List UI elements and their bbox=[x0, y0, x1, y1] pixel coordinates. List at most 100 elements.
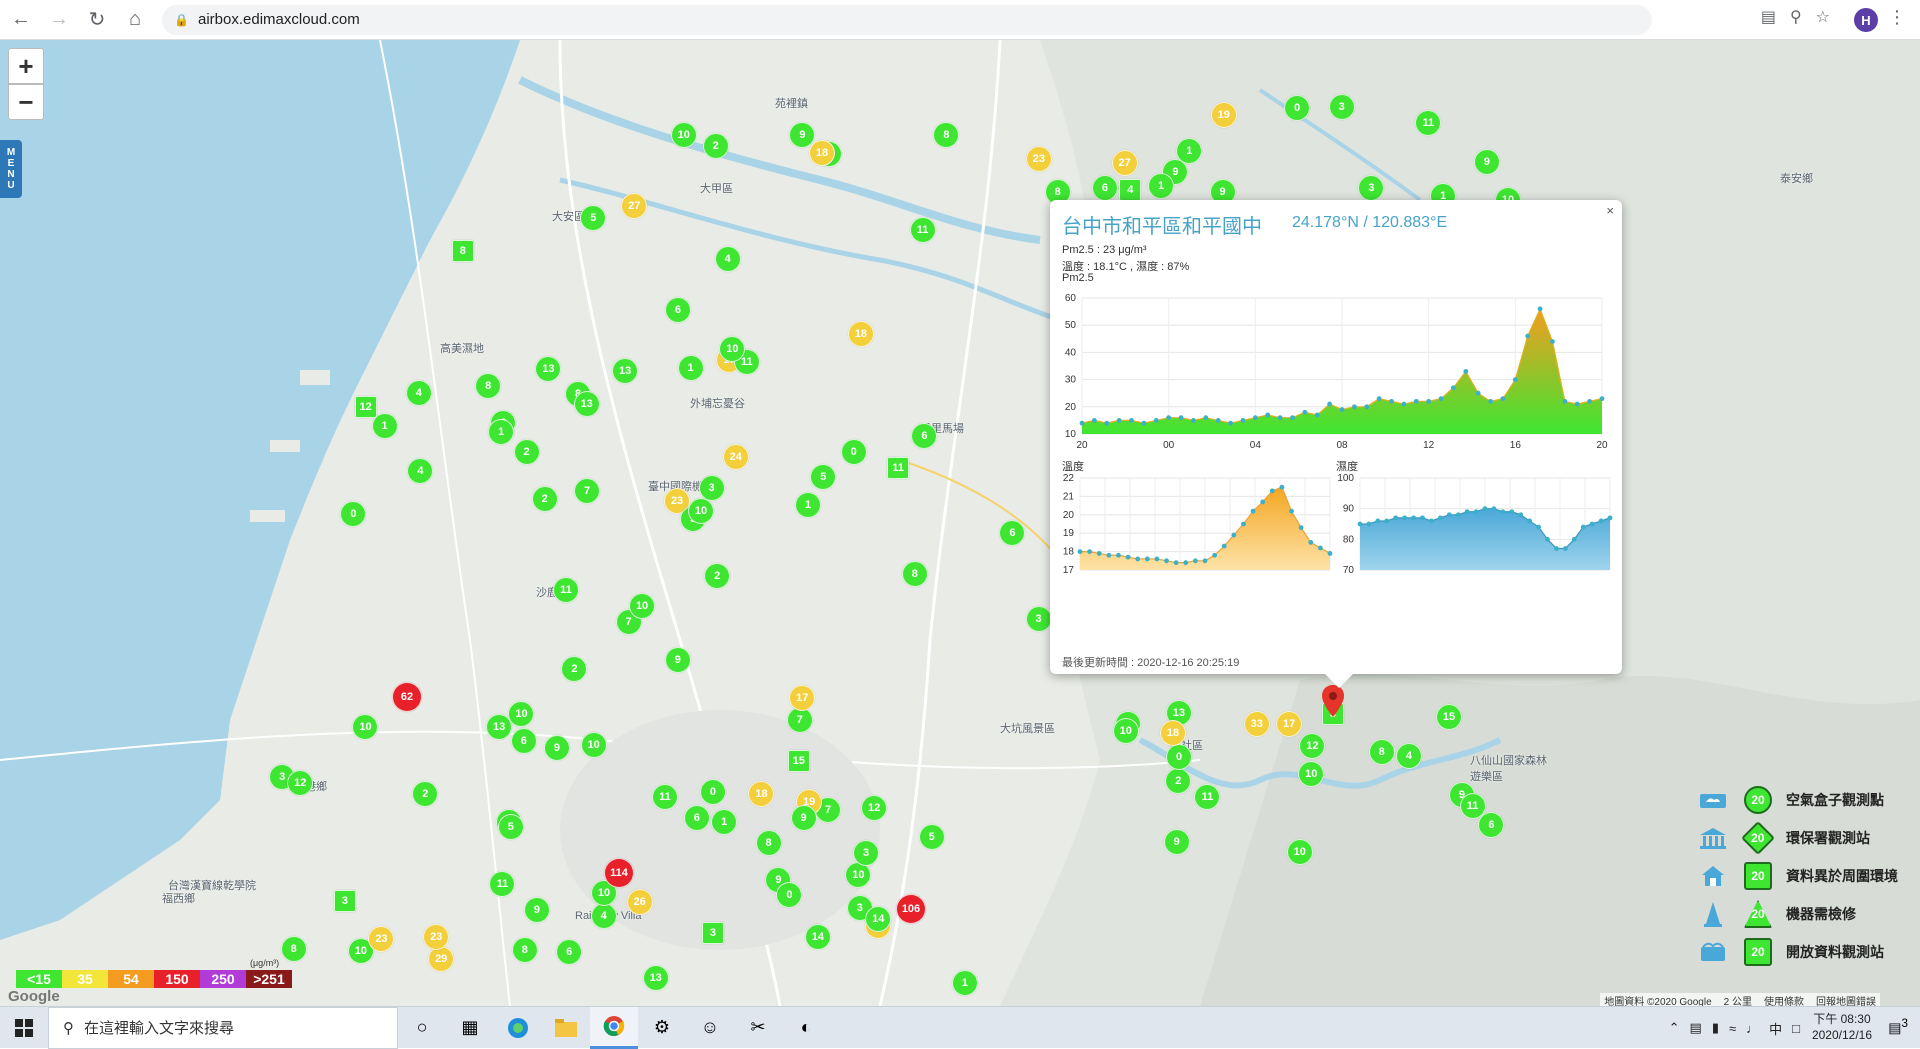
station-marker[interactable]: 11 bbox=[552, 577, 579, 604]
station-marker[interactable]: 3 bbox=[1025, 605, 1052, 632]
station-marker[interactable]: 2 bbox=[513, 439, 540, 466]
reload-icon[interactable]: ↻ bbox=[80, 3, 114, 37]
tray-battery-icon[interactable]: ▮ bbox=[1712, 1020, 1719, 1036]
tray-network-icon[interactable]: ▤ bbox=[1690, 1020, 1702, 1036]
zoom-icon[interactable]: ⚲ bbox=[1790, 7, 1802, 27]
station-marker[interactable]: 7 bbox=[574, 477, 601, 504]
station-marker[interactable]: 4 bbox=[714, 245, 741, 272]
station-marker[interactable]: 4 bbox=[1395, 742, 1422, 769]
station-marker[interactable]: 13 bbox=[642, 965, 669, 992]
station-marker[interactable]: 8 bbox=[1368, 739, 1395, 766]
browser-menu-icon[interactable]: ⋮ bbox=[1888, 7, 1906, 28]
station-marker[interactable]: 3 bbox=[698, 475, 725, 502]
ime-indicator[interactable]: 中 bbox=[1769, 1019, 1782, 1038]
chrome-browser-icon[interactable] bbox=[590, 1006, 638, 1049]
zoom-out-button[interactable]: − bbox=[8, 84, 44, 120]
station-marker[interactable]: 15 bbox=[787, 749, 810, 772]
station-marker[interactable]: 11 bbox=[887, 457, 910, 480]
station-marker[interactable]: 62 bbox=[392, 682, 422, 712]
app-icon-compass[interactable]: ⚙ bbox=[638, 1007, 686, 1049]
station-marker[interactable]: 8 bbox=[901, 561, 928, 588]
tray-volume-icon[interactable]: ♩ bbox=[1746, 1021, 1759, 1036]
legend-row-opendata[interactable]: 20 開放資料觀測站 bbox=[1698, 937, 1884, 967]
station-marker[interactable]: 11 bbox=[909, 217, 936, 244]
taskbar-clock[interactable]: 下午 08:30 2020/12/16 bbox=[1812, 1011, 1872, 1043]
legend-row-anomaly[interactable]: 20 資料異於周圍環境 bbox=[1698, 861, 1898, 891]
home-icon[interactable]: ⌂ bbox=[118, 3, 152, 37]
station-marker[interactable]: 8 bbox=[755, 830, 782, 857]
station-marker[interactable]: 17 bbox=[1276, 710, 1303, 737]
station-marker[interactable]: 9 bbox=[543, 735, 570, 762]
station-marker[interactable]: 9 bbox=[1473, 148, 1500, 175]
station-marker[interactable]: 10 bbox=[629, 592, 656, 619]
cortana-icon[interactable]: ○ bbox=[398, 1007, 446, 1049]
station-marker[interactable]: 8 bbox=[475, 372, 502, 399]
station-marker[interactable]: 4 bbox=[1119, 179, 1142, 202]
station-marker[interactable]: 13 bbox=[573, 390, 600, 417]
station-marker[interactable]: 106 bbox=[896, 894, 926, 924]
station-marker[interactable]: 6 bbox=[510, 728, 537, 755]
station-marker[interactable]: 9 bbox=[790, 805, 817, 832]
station-marker[interactable]: 18 bbox=[808, 140, 835, 167]
station-marker[interactable]: 27 bbox=[621, 192, 648, 219]
station-marker[interactable]: 3 bbox=[853, 840, 879, 867]
station-marker[interactable]: 2 bbox=[531, 486, 558, 513]
bookmark-star-icon[interactable]: ☆ bbox=[1816, 7, 1830, 27]
translate-icon[interactable]: ▤ bbox=[1761, 7, 1776, 27]
station-marker[interactable]: 9 bbox=[523, 897, 550, 924]
back-icon[interactable]: ← bbox=[4, 3, 38, 37]
station-marker[interactable]: 5 bbox=[580, 204, 607, 231]
station-marker[interactable]: 1 bbox=[795, 491, 821, 518]
station-marker[interactable]: 8 bbox=[933, 121, 960, 148]
station-marker[interactable]: 1 bbox=[677, 355, 704, 382]
station-marker[interactable]: 12 bbox=[287, 769, 314, 796]
station-marker[interactable]: 4 bbox=[590, 902, 617, 929]
station-marker[interactable]: 0 bbox=[1166, 744, 1192, 770]
legend-row-epa[interactable]: 20 環保署觀測站 bbox=[1698, 821, 1870, 855]
station-marker[interactable]: 10 bbox=[352, 713, 379, 740]
station-marker[interactable]: 17 bbox=[789, 684, 816, 711]
taskbar-search-box[interactable]: ⚲ 在這裡輸入文字來搜尋 bbox=[48, 1006, 398, 1049]
station-marker[interactable]: 0 bbox=[840, 439, 867, 466]
report-link[interactable]: 回報地圖錯誤 bbox=[1816, 993, 1876, 1006]
station-marker[interactable]: 10 bbox=[580, 731, 607, 758]
station-marker[interactable]: 2 bbox=[704, 562, 731, 589]
station-marker[interactable]: 8 bbox=[280, 936, 307, 963]
station-marker[interactable]: 6 bbox=[556, 938, 583, 965]
station-marker[interactable]: 8 bbox=[451, 239, 474, 262]
legend-row-airbox[interactable]: 20 空氣盒子觀測點 bbox=[1698, 785, 1884, 815]
station-marker[interactable]: 15 bbox=[1436, 704, 1462, 730]
station-marker[interactable]: 14 bbox=[804, 924, 831, 951]
station-marker[interactable]: 1 bbox=[951, 969, 978, 996]
profile-avatar[interactable]: H bbox=[1854, 8, 1878, 32]
station-marker[interactable]: 18 bbox=[1160, 720, 1186, 746]
station-marker[interactable]: 24 bbox=[722, 443, 749, 470]
terms-link[interactable]: 使用條款 bbox=[1764, 993, 1804, 1006]
tray-chevron-icon[interactable]: ⌃ bbox=[1669, 1020, 1680, 1036]
selected-location-pin-icon[interactable] bbox=[1322, 685, 1344, 717]
station-marker[interactable]: 27 bbox=[1111, 150, 1138, 177]
station-marker[interactable]: 9 bbox=[1163, 828, 1190, 855]
station-marker[interactable]: 10 bbox=[1286, 838, 1313, 865]
tray-wifi-icon[interactable]: ≈ bbox=[1729, 1021, 1736, 1036]
station-marker[interactable]: 23 bbox=[423, 923, 450, 950]
station-marker[interactable]: 3 bbox=[1328, 93, 1355, 120]
forward-icon[interactable]: → bbox=[42, 3, 76, 37]
menu-tab[interactable]: M E N U bbox=[0, 140, 22, 198]
station-marker[interactable]: 13 bbox=[486, 713, 513, 740]
station-marker[interactable]: 10 bbox=[508, 700, 535, 727]
zoom-in-button[interactable]: + bbox=[8, 48, 44, 84]
station-marker[interactable]: 33 bbox=[1243, 710, 1270, 737]
station-marker[interactable]: 10 bbox=[670, 122, 697, 149]
edge-browser-icon[interactable] bbox=[494, 1007, 542, 1049]
station-marker[interactable]: 26 bbox=[626, 889, 653, 916]
legend-row-maintenance[interactable]: 20 機器需檢修 bbox=[1698, 899, 1856, 929]
address-bar[interactable]: 🔒 airbox.edimaxcloud.com bbox=[162, 4, 1652, 35]
station-marker[interactable]: 2 bbox=[702, 132, 729, 159]
app-icon-animal[interactable]: ☺ bbox=[686, 1007, 734, 1049]
station-marker[interactable]: 1 bbox=[1176, 137, 1203, 164]
blender-icon[interactable]: ◐ bbox=[782, 1007, 830, 1049]
station-marker[interactable]: 4 bbox=[405, 380, 432, 407]
map-canvas[interactable]: 苑裡鎮大安區大甲區高美濕地沙鹿區臺中國際機場外埔忘憂谷后里馬場伸港鄉台灣漢寶線乾… bbox=[0, 40, 1920, 1006]
station-marker[interactable]: 5 bbox=[918, 823, 945, 850]
